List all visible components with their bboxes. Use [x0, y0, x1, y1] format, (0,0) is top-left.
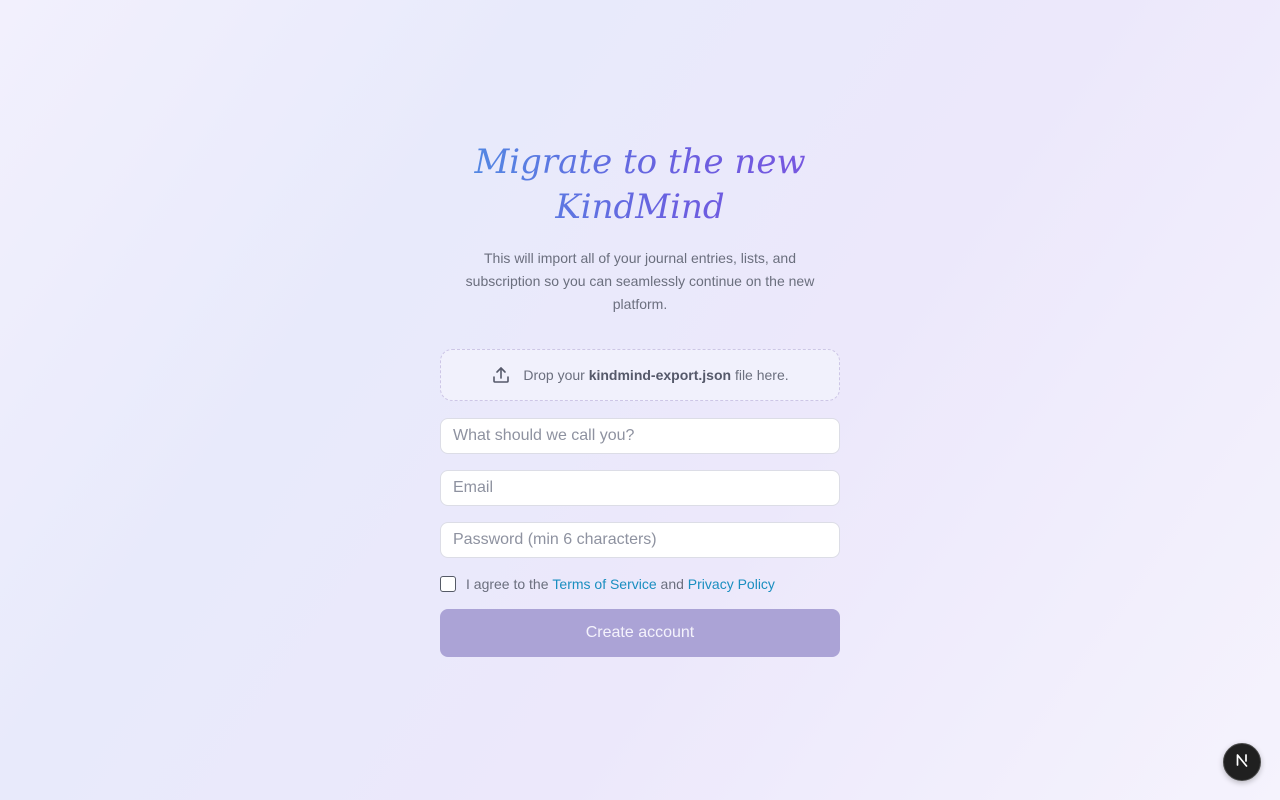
upload-icon [491, 365, 511, 385]
page-title: Migrate to the new KindMind [440, 140, 840, 230]
agree-prefix: I agree to the [466, 576, 549, 592]
title-line-2: KindMind [555, 187, 725, 227]
next-dev-badge[interactable] [1223, 743, 1261, 781]
dropzone-text: Drop your kindmind-export.json file here… [523, 367, 788, 383]
migration-card: Migrate to the new KindMind This will im… [440, 140, 840, 657]
name-input[interactable] [440, 418, 840, 454]
dropzone-filename: kindmind-export.json [588, 367, 732, 383]
create-account-button[interactable]: Create account [440, 609, 840, 657]
terms-checkbox[interactable] [440, 576, 456, 592]
agree-and: and [660, 576, 684, 592]
dropzone-suffix: file here. [734, 367, 789, 383]
terms-of-service-link[interactable]: Terms of Service [552, 576, 656, 592]
privacy-policy-link[interactable]: Privacy Policy [688, 576, 775, 592]
password-input[interactable] [440, 522, 840, 558]
title-line-1: Migrate to the new [474, 142, 806, 182]
email-input[interactable] [440, 470, 840, 506]
file-dropzone[interactable]: Drop your kindmind-export.json file here… [440, 349, 840, 401]
terms-agreement: I agree to the Terms of Service and Priv… [440, 576, 840, 592]
dropzone-prefix: Drop your [523, 367, 585, 383]
page-description: This will import all of your journal ent… [465, 250, 815, 312]
next-logo-icon [1234, 752, 1250, 773]
